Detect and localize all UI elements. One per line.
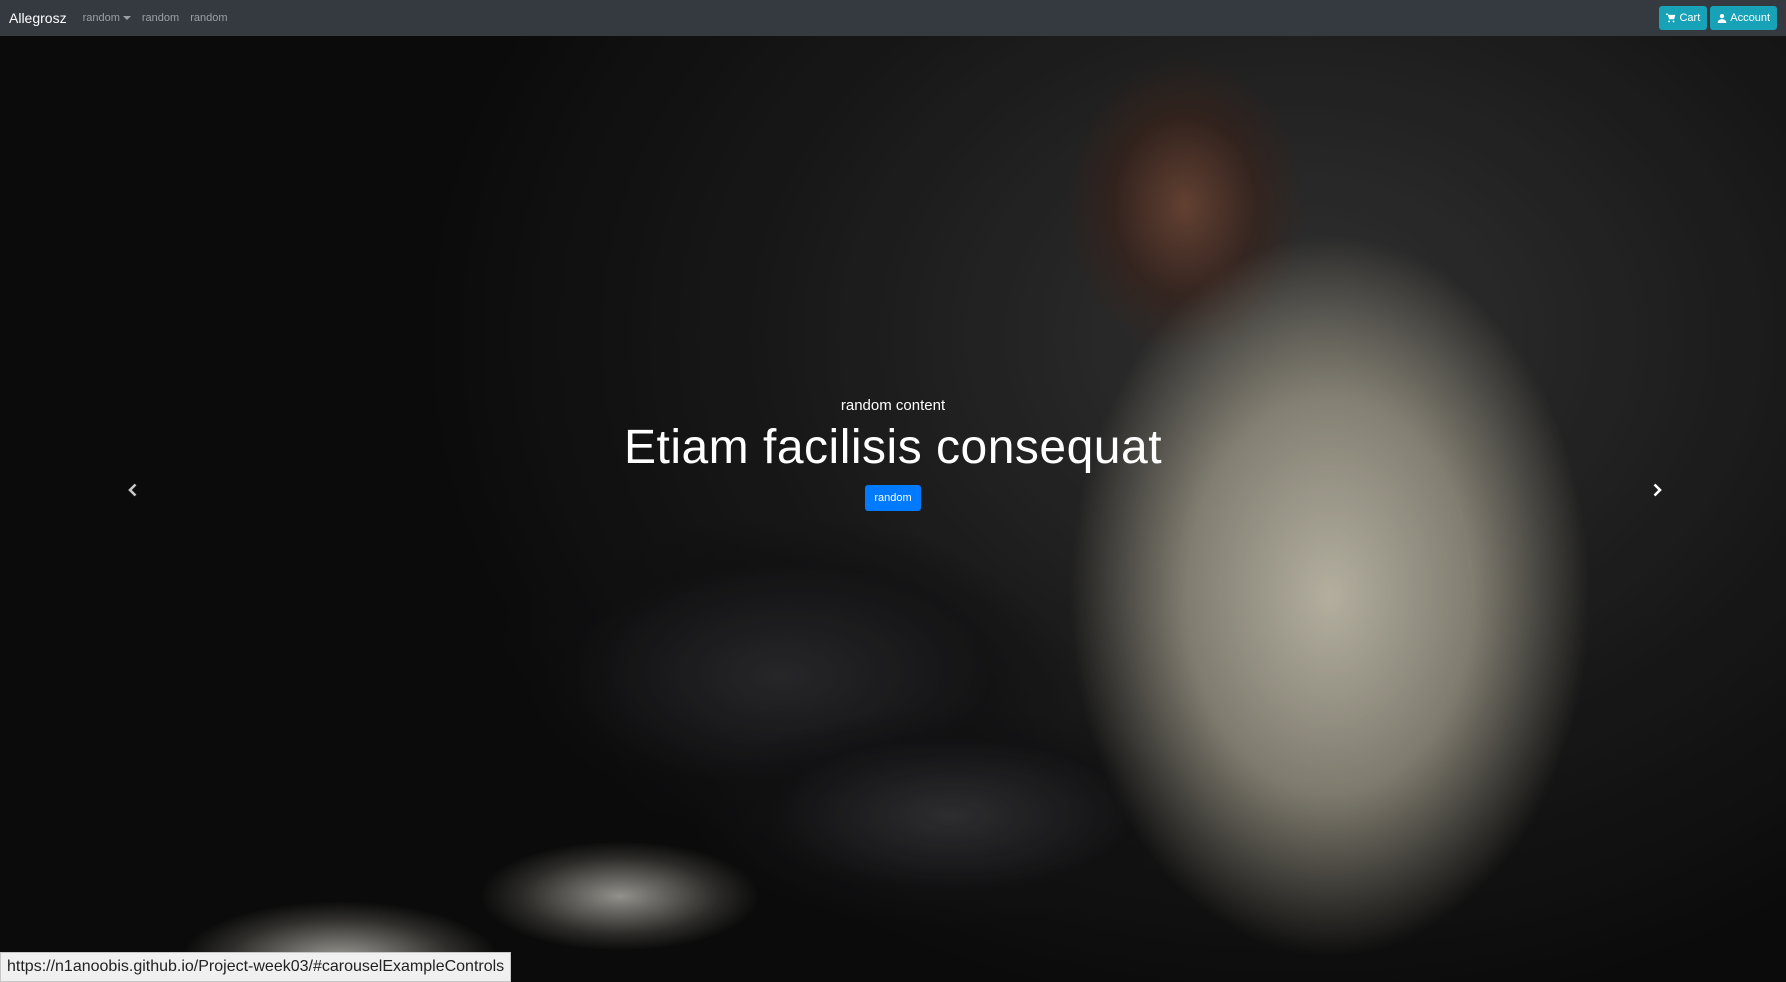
nav-link-random-3[interactable]: random	[190, 12, 227, 24]
status-bar-url: https://n1anoobis.github.io/Project-week…	[0, 952, 512, 982]
navbar: Allegrosz random random random Cart Acco…	[0, 0, 1786, 36]
caption-title: Etiam facilisis consequat	[623, 421, 1163, 474]
navbar-actions: Cart Account	[1659, 6, 1777, 30]
caret-down-icon	[122, 16, 131, 20]
nav-link-label: random	[82, 12, 120, 24]
chevron-left-icon	[128, 483, 137, 497]
caption-subtitle: random content	[840, 397, 946, 414]
account-button[interactable]: Account	[1710, 6, 1777, 30]
carousel-next-control[interactable]	[1642, 470, 1672, 510]
user-icon	[1717, 13, 1727, 23]
brand-logo[interactable]: Allegrosz	[9, 10, 67, 26]
carousel-prev-control[interactable]	[118, 470, 148, 510]
cart-button[interactable]: Cart	[1659, 6, 1708, 30]
nav-link-random-2[interactable]: random	[142, 12, 179, 24]
account-label: Account	[1730, 12, 1770, 24]
cart-icon	[1666, 13, 1676, 23]
chevron-right-icon	[1653, 483, 1662, 497]
caption-button[interactable]: random	[865, 485, 921, 511]
nav-dropdown-random[interactable]: random	[83, 12, 131, 24]
cart-label: Cart	[1679, 12, 1701, 24]
caption-actions: random	[0, 485, 1786, 511]
